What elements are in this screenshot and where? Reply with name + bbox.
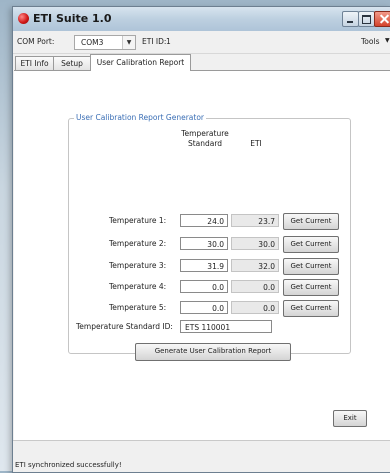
col-header-standard-line1: Temperature (181, 129, 229, 138)
standard-input-temp4[interactable]: 0.0 (180, 280, 228, 293)
standard-id-label: Temperature Standard ID: (76, 322, 173, 331)
tab-eti-info[interactable]: ETI Info (15, 56, 54, 70)
col-header-standard-line2: Standard (187, 139, 223, 148)
standard-input-temp5[interactable]: 0.0 (180, 301, 228, 314)
get-current-button-temp2[interactable]: Get Current (283, 236, 339, 253)
menu-arrow-icon[interactable]: ▼ (385, 37, 390, 44)
standard-input-temp3[interactable]: 31.9 (180, 259, 228, 272)
toolbar: COM Port: COM3 ▼ ETI ID: 1 Tools ▼ (13, 31, 390, 54)
com-port-value: COM3 (81, 38, 104, 47)
com-port-label: COM Port: (17, 37, 55, 46)
eti-id-label: ETI ID: (142, 37, 167, 46)
row-label-temp1: Temperature 1: (109, 216, 167, 225)
eti-value-temp3: 32.0 (231, 259, 279, 272)
eti-value-temp5: 0.0 (231, 301, 279, 314)
get-current-button-temp1[interactable]: Get Current (283, 213, 339, 230)
eti-value-temp4: 0.0 (231, 280, 279, 293)
get-current-button-temp4[interactable]: Get Current (283, 279, 339, 296)
eti-value-temp1: 23.7 (231, 214, 279, 227)
row-label-temp3: Temperature 3: (109, 261, 167, 270)
tools-menu[interactable]: Tools (361, 37, 379, 46)
title-bar: ETI Suite 1.0 (13, 7, 390, 32)
col-header-standard: Temperature Standard (179, 129, 231, 149)
status-text: ETI synchronized successfully! (15, 461, 122, 469)
window-title: ETI Suite 1.0 (33, 12, 112, 25)
maximize-icon[interactable] (358, 11, 375, 27)
minimize-icon[interactable] (342, 11, 359, 27)
standard-input-temp1[interactable]: 24.0 (180, 214, 228, 227)
row-label-temp4: Temperature 4: (109, 282, 167, 291)
tab-setup[interactable]: Setup (53, 56, 91, 70)
eti-value-temp2: 30.0 (231, 237, 279, 250)
col-header-eti: ETI (250, 139, 262, 148)
generate-report-button[interactable]: Generate User Calibration Report (135, 343, 291, 361)
dropdown-arrow-icon[interactable]: ▼ (122, 36, 135, 49)
app-window: ETI Suite 1.0 COM Port: COM3 ▼ ETI ID: 1… (12, 6, 390, 473)
tab-strip: ETI Info Setup User Calibration Report (13, 54, 390, 71)
group-title: User Calibration Report Generator (74, 113, 207, 122)
app-icon (18, 13, 29, 24)
exit-button[interactable]: Exit (333, 410, 367, 427)
get-current-button-temp5[interactable]: Get Current (283, 300, 339, 317)
standard-input-temp2[interactable]: 30.0 (180, 237, 228, 250)
status-bar: ETI synchronized successfully! (13, 440, 390, 472)
eti-id-value: 1 (166, 37, 171, 46)
standard-id-input[interactable]: ETS 110001 (180, 320, 272, 333)
get-current-button-temp3[interactable]: Get Current (283, 258, 339, 275)
tab-user-calibration-report[interactable]: User Calibration Report (90, 54, 191, 71)
close-icon[interactable] (374, 11, 390, 27)
com-port-select[interactable]: COM3 ▼ (74, 35, 136, 50)
row-label-temp5: Temperature 5: (109, 303, 167, 312)
row-label-temp2: Temperature 2: (109, 239, 167, 248)
